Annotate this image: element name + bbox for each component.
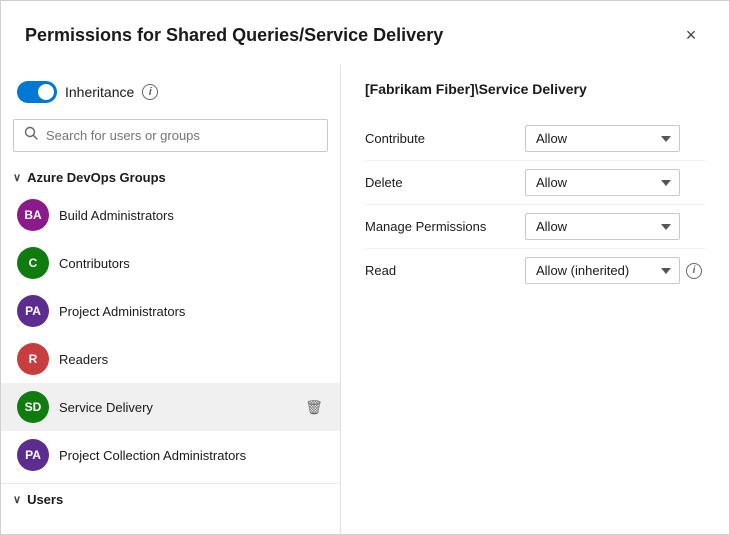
users-section-label: Users	[27, 492, 63, 507]
search-box	[13, 119, 328, 152]
left-panel: Inheritance i ∨ Azure DevOps Groups	[1, 65, 341, 534]
search-icon	[24, 126, 38, 145]
permission-select-wrap-delete: Allow Deny Not set	[525, 169, 705, 196]
search-input[interactable]	[46, 128, 317, 143]
avatar-contributors: C	[17, 247, 49, 279]
users-section-header[interactable]: ∨ Users	[1, 483, 340, 515]
permission-select-delete[interactable]: Allow Deny Not set	[525, 169, 680, 196]
permission-select-wrap-manage-permissions: Allow Deny Not set	[525, 213, 705, 240]
permission-row-read: Read Allow (inherited) Allow Deny Not se…	[365, 249, 705, 292]
azure-devops-groups-chevron: ∨	[13, 171, 21, 184]
permissions-dialog: Permissions for Shared Queries/Service D…	[0, 0, 730, 535]
group-list: BA Build Administrators 🗑 C Contributors…	[1, 191, 340, 479]
permission-row-manage-permissions: Manage Permissions Allow Deny Not set	[365, 205, 705, 249]
avatar-service-delivery: SD	[17, 391, 49, 423]
dialog-body: Inheritance i ∨ Azure DevOps Groups	[1, 65, 729, 534]
close-button[interactable]: ×	[677, 21, 705, 49]
dialog-header: Permissions for Shared Queries/Service D…	[1, 1, 729, 65]
group-item-build-administrators[interactable]: BA Build Administrators 🗑	[1, 191, 340, 239]
permission-name-read: Read	[365, 263, 525, 278]
group-item-project-collection-administrators[interactable]: PA Project Collection Administrators 🗑	[1, 431, 340, 479]
group-name-readers: Readers	[59, 352, 294, 367]
azure-devops-groups-header[interactable]: ∨ Azure DevOps Groups	[1, 164, 340, 191]
avatar-project-collection-administrators: PA	[17, 439, 49, 471]
permission-row-contribute: Contribute Allow Deny Not set	[365, 117, 705, 161]
permissions-list: Contribute Allow Deny Not set Delete	[365, 117, 705, 292]
permission-name-contribute: Contribute	[365, 131, 525, 146]
permission-select-wrap-read: Allow (inherited) Allow Deny Not set i	[525, 257, 705, 284]
inheritance-info-icon[interactable]: i	[142, 84, 158, 100]
permission-select-wrap-contribute: Allow Deny Not set	[525, 125, 705, 152]
avatar-project-administrators: PA	[17, 295, 49, 327]
permission-name-manage-permissions: Manage Permissions	[365, 219, 525, 234]
group-name-project-collection-administrators: Project Collection Administrators	[59, 448, 294, 463]
permission-name-delete: Delete	[365, 175, 525, 190]
group-name-project-administrators: Project Administrators	[59, 304, 294, 319]
group-name-build-administrators: Build Administrators	[59, 208, 294, 223]
dialog-title: Permissions for Shared Queries/Service D…	[25, 25, 443, 46]
inheritance-label: Inheritance	[65, 84, 134, 100]
permission-select-manage-permissions[interactable]: Allow Deny Not set	[525, 213, 680, 240]
right-panel: [Fabrikam Fiber]\Service Delivery Contri…	[341, 65, 729, 534]
entity-title: [Fabrikam Fiber]\Service Delivery	[365, 81, 705, 97]
avatar-build-administrators: BA	[17, 199, 49, 231]
group-name-contributors: Contributors	[59, 256, 294, 271]
users-chevron: ∨	[13, 493, 21, 506]
permission-select-read[interactable]: Allow (inherited) Allow Deny Not set	[525, 257, 680, 284]
permission-row-delete: Delete Allow Deny Not set	[365, 161, 705, 205]
group-item-project-administrators[interactable]: PA Project Administrators 🗑	[1, 287, 340, 335]
delete-icon-service-delivery[interactable]: 🗑	[304, 397, 324, 417]
inheritance-toggle[interactable]	[17, 81, 57, 103]
avatar-readers: R	[17, 343, 49, 375]
group-item-contributors[interactable]: C Contributors 🗑	[1, 239, 340, 287]
group-name-service-delivery: Service Delivery	[59, 400, 294, 415]
inheritance-row: Inheritance i	[1, 81, 340, 119]
read-info-icon[interactable]: i	[686, 263, 702, 279]
group-item-readers[interactable]: R Readers 🗑	[1, 335, 340, 383]
permission-select-contribute[interactable]: Allow Deny Not set	[525, 125, 680, 152]
azure-devops-groups-label: Azure DevOps Groups	[27, 170, 166, 185]
group-item-service-delivery[interactable]: SD Service Delivery 🗑	[1, 383, 340, 431]
